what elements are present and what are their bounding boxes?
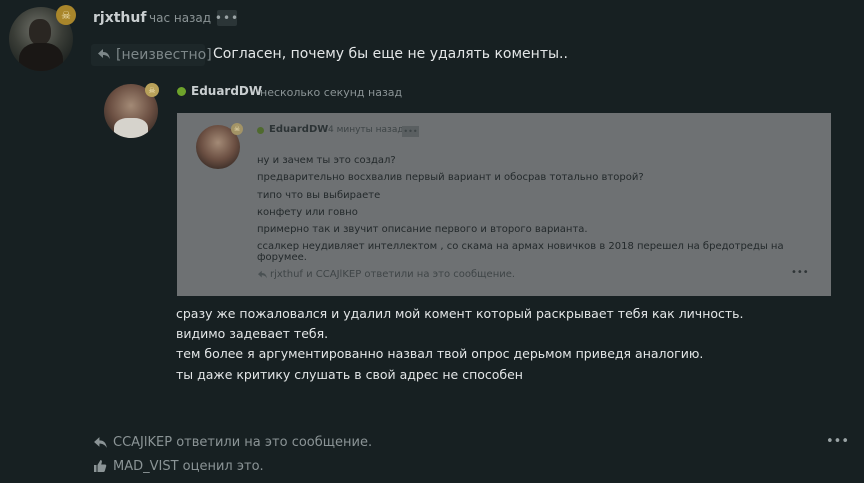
- quoted-line: ну и зачем ты это создал?: [257, 155, 396, 166]
- reply-timestamp[interactable]: несколько секунд назад: [260, 86, 402, 99]
- skull-badge-icon: ☠: [231, 123, 243, 135]
- quoted-line: типо что вы выбираете: [257, 190, 381, 201]
- post-author-name[interactable]: rjxthuf: [93, 10, 146, 26]
- quoted-line: ссалкер неудивляет интеллектом , со скам…: [257, 241, 784, 263]
- reply-arrow-icon: [257, 270, 268, 279]
- quoted-replies-footer: rjxthuf и CCAJlKEP ответили на это сообщ…: [270, 269, 516, 280]
- skull-badge-icon: ☠: [56, 5, 76, 25]
- skull-badge-icon: ☠: [145, 83, 159, 97]
- quoted-author-name: EduardDW: [269, 124, 329, 135]
- online-status-icon: [257, 127, 264, 134]
- reply-line: ты даже критику слушать в свой адрес не …: [176, 367, 523, 382]
- embedded-quote[interactable]: ☠ EduardDW 4 минуты назад ••• ну и зачем…: [177, 113, 831, 296]
- quote-reference[interactable]: [неизвестно]: [91, 44, 212, 66]
- post-timestamp[interactable]: час назад: [149, 11, 211, 25]
- reply-arrow-icon: [93, 436, 108, 449]
- online-status-icon: [177, 87, 186, 96]
- reply-arrow-icon: [97, 48, 111, 60]
- post-footer-menu[interactable]: •••: [826, 434, 849, 449]
- quote-reference-label: [неизвестно]: [116, 47, 212, 63]
- reply-line: тем более я аргументированно назвал твой…: [176, 346, 704, 361]
- reply-author-name[interactable]: EduardDW: [191, 84, 262, 98]
- replied-notice[interactable]: CCAJlKEP ответили на это сообщение.: [113, 435, 372, 450]
- quoted-footer-menu: •••: [791, 267, 809, 278]
- post-menu-button[interactable]: •••: [215, 10, 238, 26]
- like-notice[interactable]: MAD_VIST оценил это.: [113, 459, 264, 474]
- quoted-line: предварительно восхвалив первый вариант …: [257, 172, 644, 183]
- quoted-timestamp: 4 минуты назад: [328, 125, 404, 135]
- reply-line: сразу же пожаловался и удалил мой комент…: [176, 306, 744, 321]
- quoted-line: примерно так и звучит описание первого и…: [257, 224, 588, 235]
- quoted-menu-button: •••: [402, 126, 419, 137]
- reply-line: видимо задевает тебя.: [176, 326, 329, 341]
- quoted-line: конфету или говно: [257, 207, 358, 218]
- post-text: Согласен, почему бы еще не удалять комен…: [213, 46, 568, 62]
- thumbs-up-icon: [93, 459, 107, 473]
